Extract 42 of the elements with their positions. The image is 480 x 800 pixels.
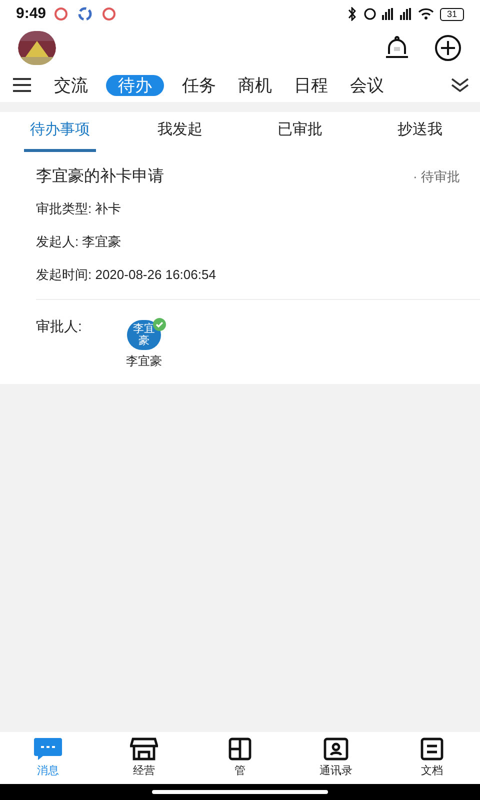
bell-icon[interactable] xyxy=(384,35,410,61)
chat-icon xyxy=(33,736,63,761)
nav-item[interactable]: 文档 xyxy=(384,732,480,784)
wifi-icon xyxy=(418,8,434,20)
channel-tab[interactable]: 日程 xyxy=(290,74,332,96)
channel-tab[interactable]: 交流 xyxy=(50,74,92,96)
filter-tab[interactable]: 我发起 xyxy=(144,112,216,152)
channel-tab[interactable]: 商机 xyxy=(234,74,276,96)
status-time: 9:49 xyxy=(16,4,46,24)
nav-item[interactable]: 消息 xyxy=(0,732,96,784)
channel-tab[interactable]: 任务 xyxy=(178,74,220,96)
approver-label: 审批人: xyxy=(36,317,83,336)
request-detail: 审批类型: 补卡 xyxy=(36,200,122,218)
bluetooth-icon xyxy=(348,7,358,21)
signal-icon xyxy=(382,8,394,20)
request-status: · 待审批 xyxy=(413,168,460,186)
notification-icon xyxy=(54,7,68,21)
alarm-icon xyxy=(364,8,376,20)
expand-icon[interactable] xyxy=(450,76,470,94)
notification-icon xyxy=(78,7,92,21)
files-icon xyxy=(419,736,445,761)
battery-indicator: 31 xyxy=(440,8,464,20)
request-title: 李宜豪的补卡申请 xyxy=(36,166,164,187)
filter-tab[interactable]: 待办事项 xyxy=(24,112,96,152)
approver-name: 李宜豪 xyxy=(126,353,162,370)
channel-tab[interactable]: 待办 xyxy=(106,74,164,96)
request-detail: 发起人: 李宜豪 xyxy=(36,232,122,251)
menu-icon[interactable] xyxy=(12,77,32,93)
request-detail: 发起时间: 2020-08-26 16:06:54 xyxy=(36,266,216,284)
nav-item[interactable]: 经营 xyxy=(96,732,192,784)
notification-icon xyxy=(102,7,116,21)
filter-tab[interactable]: 已审批 xyxy=(264,112,336,152)
channel-tab[interactable]: 会议 xyxy=(346,74,388,96)
signal-icon xyxy=(400,8,412,20)
store-icon xyxy=(130,736,158,761)
nav-item[interactable]: 管 xyxy=(192,732,288,784)
add-icon[interactable] xyxy=(434,34,462,62)
approver-avatar: 李宜豪 xyxy=(127,320,161,350)
filter-tab[interactable]: 抄送我 xyxy=(384,112,456,152)
contacts-icon xyxy=(323,736,349,761)
document-icon xyxy=(228,736,252,761)
nav-item[interactable]: 通讯录 xyxy=(288,732,384,784)
